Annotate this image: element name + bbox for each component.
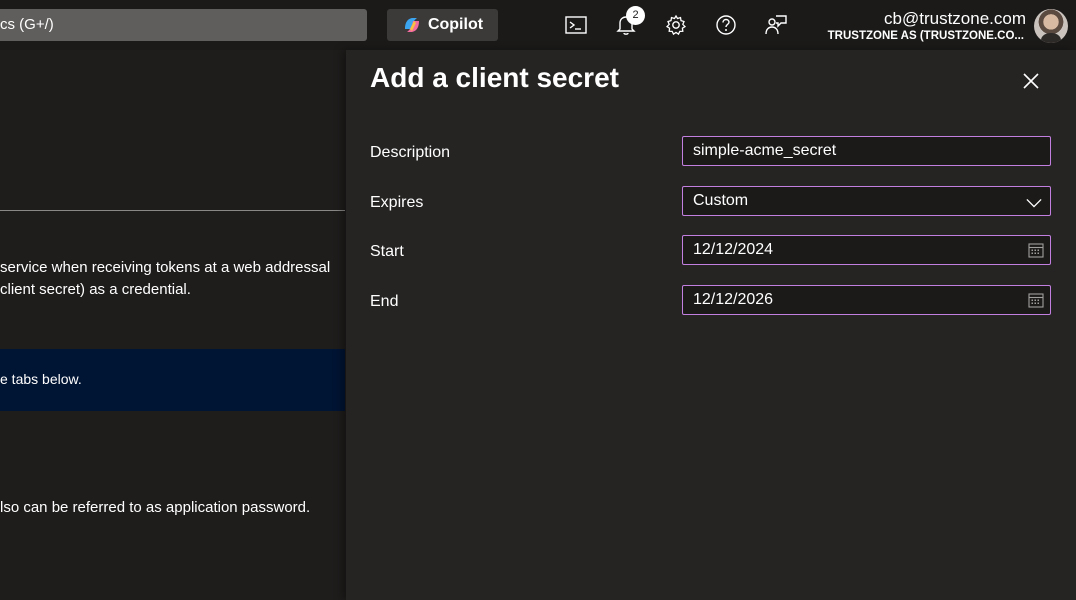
chevron-down-icon: [1026, 198, 1042, 208]
description-text-line: service when receiving tokens at a web a…: [0, 259, 331, 276]
add-client-secret-panel: Add a client secret Description simple-a…: [346, 50, 1076, 600]
gear-icon[interactable]: [663, 11, 689, 39]
close-icon: [1023, 73, 1039, 89]
avatar[interactable]: [1034, 9, 1068, 43]
expires-value: Custom: [693, 192, 749, 209]
expires-select[interactable]: Custom: [682, 186, 1051, 216]
divider: [0, 210, 345, 211]
user-email[interactable]: cb@trustzone.com: [884, 9, 1026, 29]
copilot-button[interactable]: Copilot: [387, 9, 498, 41]
top-bar: cs (G+/) Copilot 2 cb@trustzone.com TRUS…: [0, 0, 1076, 50]
description-text-line: client secret) as a credential.: [0, 281, 191, 298]
copilot-icon: [404, 18, 419, 32]
calendar-icon[interactable]: [1028, 292, 1044, 308]
description-value: simple-acme_secret: [693, 142, 837, 159]
info-banner-text: e tabs below.: [0, 371, 82, 387]
info-banner: e tabs below.: [0, 349, 345, 411]
search-input[interactable]: cs (G+/): [0, 9, 367, 41]
close-button[interactable]: [1020, 70, 1042, 92]
start-date-field[interactable]: 12/12/2024: [682, 235, 1051, 265]
help-icon[interactable]: [713, 11, 739, 39]
notification-badge: 2: [626, 6, 645, 25]
background-page: service when receiving tokens at a web a…: [0, 50, 346, 600]
end-date-field[interactable]: 12/12/2026: [682, 285, 1051, 315]
start-label: Start: [370, 243, 404, 260]
description-label: Description: [370, 144, 451, 161]
description-text-line: lso can be referred to as application pa…: [0, 499, 311, 516]
expires-label: Expires: [370, 194, 424, 211]
start-value: 12/12/2024: [693, 241, 774, 258]
calendar-icon[interactable]: [1028, 242, 1044, 258]
feedback-icon[interactable]: [763, 11, 789, 39]
end-label: End: [370, 293, 399, 310]
end-value: 12/12/2026: [693, 291, 774, 308]
terminal-icon[interactable]: [563, 11, 589, 39]
panel-title: Add a client secret: [370, 62, 619, 93]
copilot-label: Copilot: [427, 16, 484, 33]
user-tenant[interactable]: TRUSTZONE AS (TRUSTZONE.CO...: [828, 30, 1024, 42]
description-field[interactable]: simple-acme_secret: [682, 136, 1051, 166]
